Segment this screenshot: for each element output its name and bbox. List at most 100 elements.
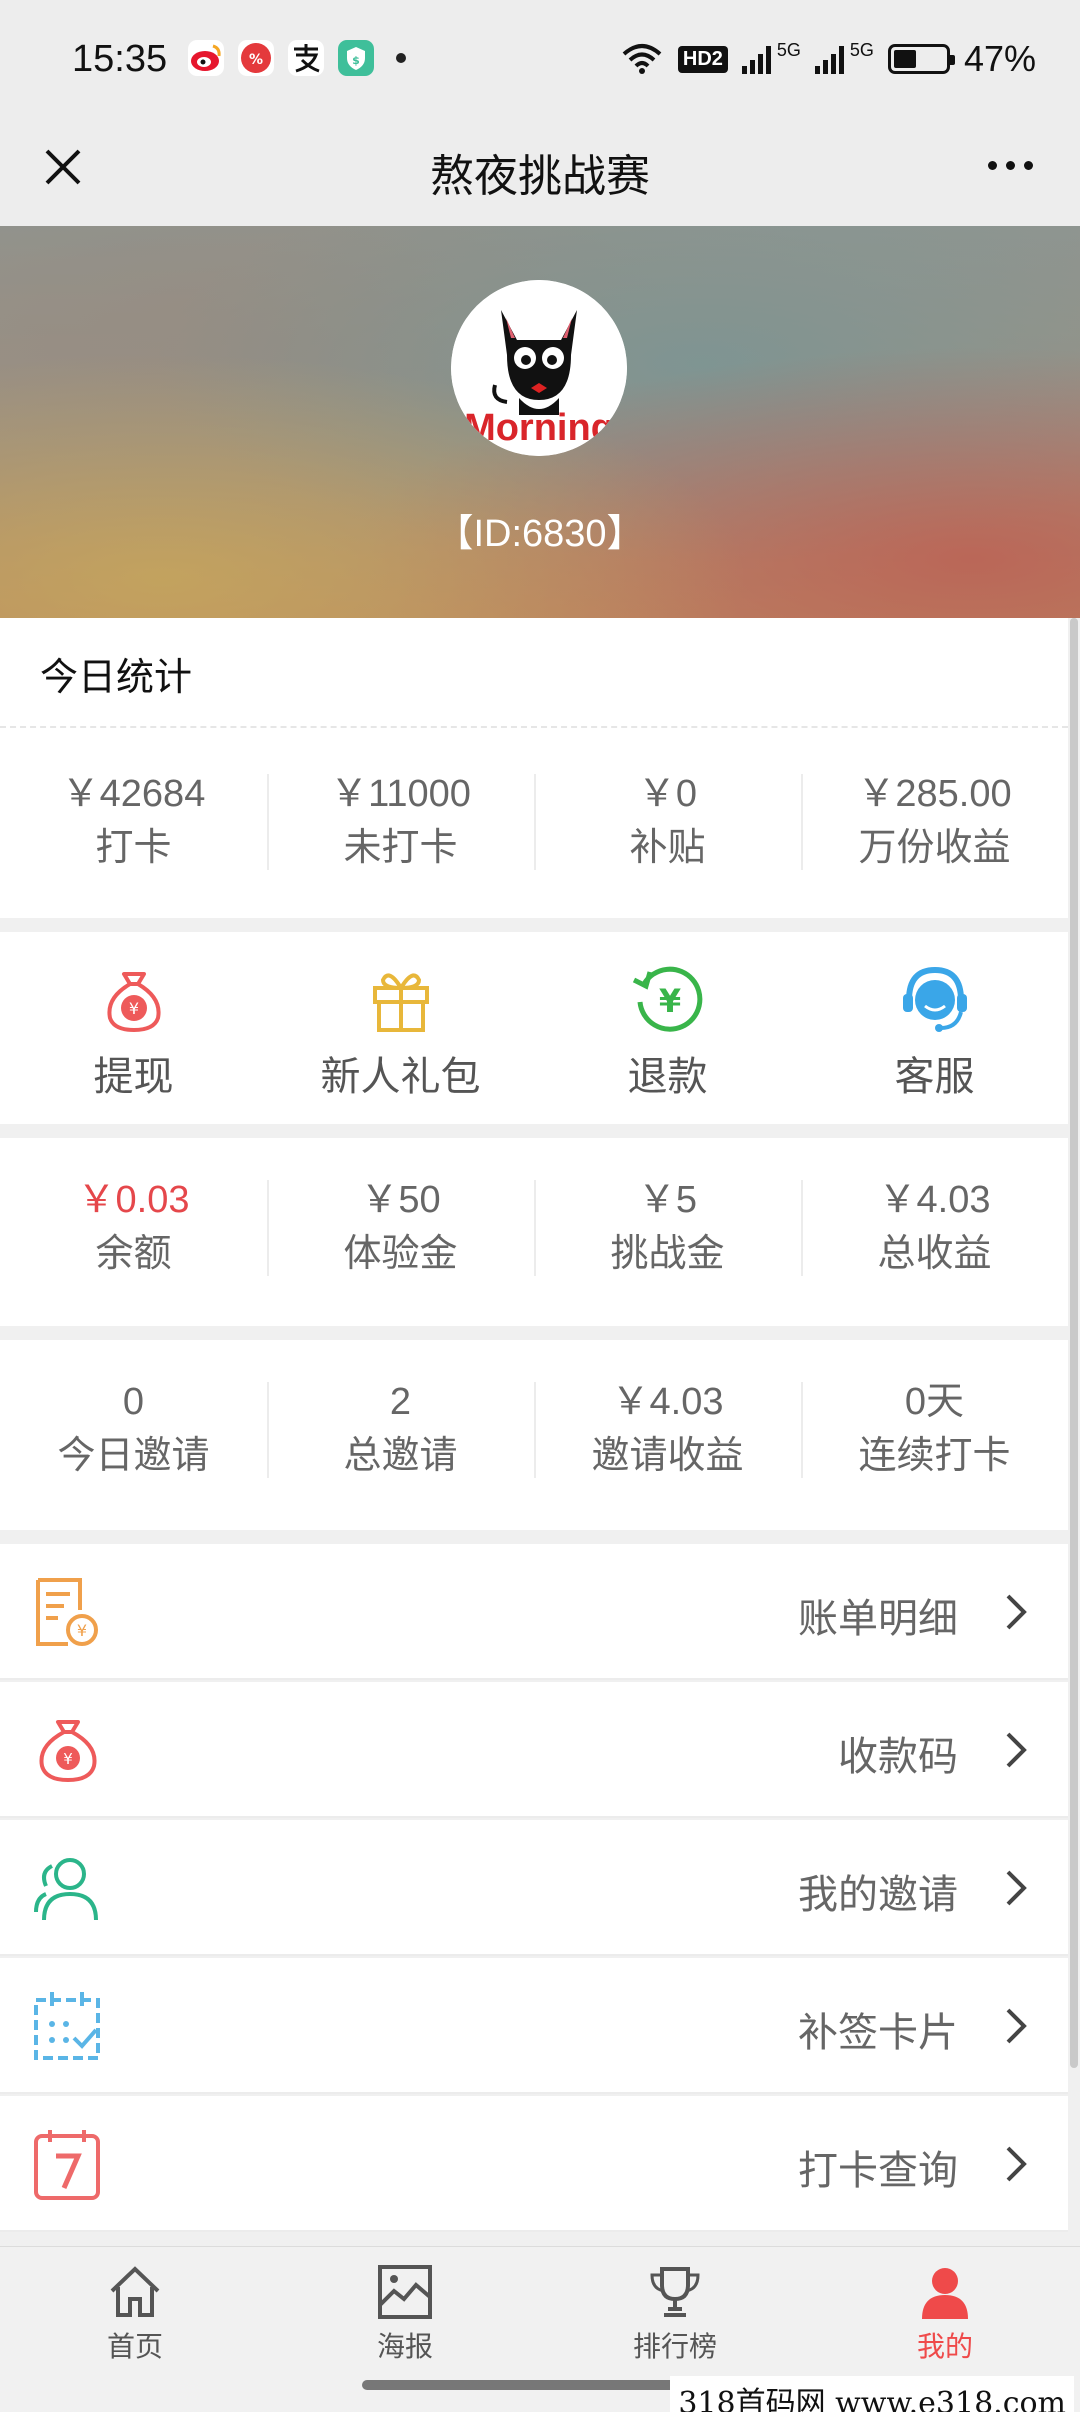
stat-checked-in: ￥42684 打卡 <box>0 768 267 876</box>
hd-badge: HD2 <box>677 45 728 73</box>
divider <box>0 726 1068 728</box>
stat-label: 补贴 <box>629 827 706 869</box>
money-bag-icon: ¥ <box>106 972 161 1033</box>
total-earnings-stat: ￥4.03 总收益 <box>801 1174 1068 1282</box>
refund-icon: ¥ <box>632 966 702 1032</box>
today-stats-row: ￥42684 打卡 ￥11000 未打卡 ￥0 补贴 ￥285.00 万份收益 <box>0 768 1068 876</box>
watermark: 318首码网 www.e318.com <box>670 2376 1074 2412</box>
stat-label: 总邀请 <box>343 1435 458 1477</box>
home-indicator[interactable] <box>362 2380 718 2390</box>
svg-text:¥: ¥ <box>63 1750 73 1768</box>
stat-earnings-per-10k: ￥285.00 万份收益 <box>801 768 1068 876</box>
refund-button[interactable]: ¥ 退款 <box>534 958 801 1102</box>
security-app-icon: $ <box>338 40 374 76</box>
svg-text:%: % <box>249 52 263 68</box>
stat-label: 余额 <box>95 1233 172 1275</box>
customer-service-icon <box>902 966 967 1032</box>
action-label: 退款 <box>627 1055 708 1099</box>
balance-stat: ￥0.03 余额 <box>0 1174 267 1282</box>
invites-card: 0 今日邀请 2 总邀请 ￥4.03 邀请收益 0天 连续打卡 <box>0 1340 1068 1530</box>
tab-label: 排行榜 <box>632 2331 717 2362</box>
svg-text:$: $ <box>352 54 360 67</box>
menu-item-label: 账单明细 <box>798 1597 958 1641</box>
tab-poster[interactable]: 海报 <box>270 2247 540 2366</box>
profile-id: 【ID:6830】 <box>435 513 645 555</box>
gift-icon <box>372 973 429 1032</box>
signal-icon-1 <box>741 44 771 74</box>
balances-card: ￥0.03 余额 ￥50 体验金 ￥5 挑战金 ￥4.03 总收益 <box>0 1138 1068 1326</box>
menu-item-label: 收款码 <box>838 1735 958 1779</box>
tab-label: 海报 <box>376 2331 433 2362</box>
stat-label: 连续打卡 <box>858 1435 1011 1477</box>
stat-value: ￥285.00 <box>857 773 1012 815</box>
money-bag-icon: ¥ <box>39 1720 97 1783</box>
stat-value: ￥50 <box>360 1179 441 1221</box>
menu-item-checkin-query[interactable]: 打卡查询 <box>0 2096 1068 2232</box>
status-time: 15:35 <box>72 38 168 80</box>
chevron-right-icon <box>1006 1870 1027 1906</box>
stat-value: ￥11000 <box>330 773 471 815</box>
today-stats-card: 今日统计 ￥42684 打卡 ￥11000 未打卡 ￥0 补贴 ￥285.00 … <box>0 618 1068 918</box>
today-stats-title: 今日统计 <box>40 657 193 699</box>
status-dot <box>396 53 406 63</box>
tab-label: 我的 <box>916 2331 973 2362</box>
calendar-check-icon <box>34 1992 100 2060</box>
total-invites-stat: 2 总邀请 <box>267 1376 534 1484</box>
newbie-gift-button[interactable]: 新人礼包 <box>267 958 534 1102</box>
stat-label: 邀请收益 <box>591 1435 744 1477</box>
stat-value: 0 <box>122 1381 145 1423</box>
menu-item-label: 打卡查询 <box>798 2149 958 2193</box>
stat-value: 2 <box>389 1381 412 1423</box>
home-icon <box>110 2266 160 2317</box>
stat-value: ￥0.03 <box>77 1179 190 1221</box>
chevron-right-icon <box>1006 2146 1027 2182</box>
action-label: 提现 <box>93 1055 174 1099</box>
chevron-right-icon <box>1006 1732 1027 1768</box>
svg-text:¥: ¥ <box>658 982 680 1020</box>
more-options-button[interactable] <box>970 140 1050 190</box>
action-label: 新人礼包 <box>320 1055 481 1099</box>
image-icon <box>378 2265 432 2319</box>
status-bar: 15:35 % $ HD2 5G 5G 47% <box>0 0 1080 110</box>
menu-item-makeup-card[interactable]: 补签卡片 <box>0 1958 1068 2094</box>
menu-item-my-invites[interactable]: 我的邀请 <box>0 1820 1068 1956</box>
weibo-icon <box>188 40 224 76</box>
stat-not-checked-in: ￥11000 未打卡 <box>267 768 534 876</box>
tab-home[interactable]: 首页 <box>0 2247 270 2366</box>
actions-row: ¥ 提现 新人礼包 ¥ 退款 客服 <box>0 958 1068 1102</box>
chevron-right-icon <box>1006 1594 1027 1630</box>
withdraw-button[interactable]: ¥ 提现 <box>0 958 267 1102</box>
customer-service-button[interactable]: 客服 <box>801 958 1068 1102</box>
wifi-icon <box>622 44 662 74</box>
scrollbar[interactable] <box>1070 618 1078 2068</box>
stat-value: ￥4.03 <box>611 1381 724 1423</box>
status-right: HD2 5G 5G 47% <box>620 38 1036 80</box>
stat-label: 打卡 <box>95 827 172 869</box>
trial-fund-stat: ￥50 体验金 <box>267 1174 534 1282</box>
stat-value: ￥4.03 <box>878 1179 991 1221</box>
profile-header: Morning 【ID:6830】 <box>0 226 1080 618</box>
tab-bar: 首页 海报 排行榜 我的 <box>0 2246 1080 2366</box>
menu-item-bill-details[interactable]: ¥ 账单明细 <box>0 1544 1068 1680</box>
menu-item-payment-code[interactable]: ¥ 收款码 <box>0 1682 1068 1818</box>
today-invites-stat: 0 今日邀请 <box>0 1376 267 1484</box>
balances-row: ￥0.03 余额 ￥50 体验金 ￥5 挑战金 ￥4.03 总收益 <box>0 1174 1068 1282</box>
menu-item-label: 补签卡片 <box>798 2011 958 2055</box>
avatar[interactable]: Morning <box>451 280 627 456</box>
svg-text:¥: ¥ <box>128 999 138 1018</box>
stat-label: 今日邀请 <box>57 1435 210 1477</box>
stat-subsidy: ￥0 补贴 <box>534 768 801 876</box>
tab-label: 首页 <box>106 2331 163 2362</box>
nav-bar: 熬夜挑战赛 <box>0 110 1080 226</box>
tab-leaderboard[interactable]: 排行榜 <box>540 2247 810 2366</box>
invites-row: 0 今日邀请 2 总邀请 ￥4.03 邀请收益 0天 连续打卡 <box>0 1376 1068 1484</box>
stat-value: 0天 <box>904 1381 965 1423</box>
status-app-icons: % $ <box>188 40 406 76</box>
streak-stat: 0天 连续打卡 <box>801 1376 1068 1484</box>
tab-mine[interactable]: 我的 <box>810 2247 1080 2366</box>
alipay-icon <box>288 40 324 76</box>
bill-icon: ¥ <box>36 1578 98 1646</box>
battery-icon <box>887 44 955 74</box>
invite-earnings-stat: ￥4.03 邀请收益 <box>534 1376 801 1484</box>
page-title: 熬夜挑战赛 <box>430 152 650 201</box>
